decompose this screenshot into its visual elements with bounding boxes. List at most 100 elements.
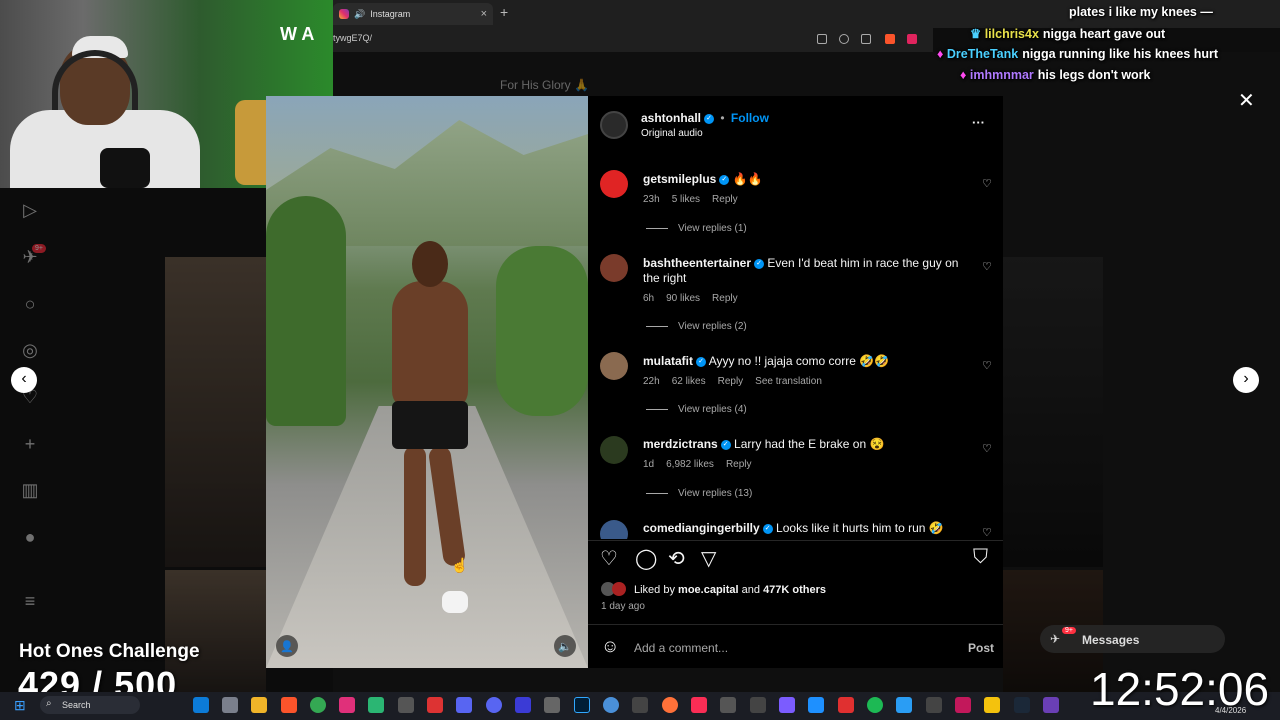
follow-button[interactable]: Follow xyxy=(731,111,769,125)
app-icon[interactable] xyxy=(339,697,355,713)
liker-avatar[interactable] xyxy=(612,582,626,596)
app-icon[interactable] xyxy=(750,697,766,713)
tab-close-button[interactable]: × xyxy=(481,8,487,20)
share-icon[interactable]: ▽ xyxy=(701,546,716,571)
post-timestamp[interactable]: 1 day ago xyxy=(601,601,645,612)
app-icon[interactable] xyxy=(603,697,619,713)
comment-likes[interactable]: 62 likes xyxy=(672,376,706,387)
app-icon[interactable] xyxy=(955,697,971,713)
tagged-user-icon[interactable]: 👤 xyxy=(276,635,298,657)
next-arrow-icon[interactable]: › xyxy=(1233,367,1259,393)
view-replies-label[interactable]: View replies (2) xyxy=(678,321,747,332)
brave-shield-icon[interactable] xyxy=(885,34,895,44)
app-icon[interactable] xyxy=(632,697,648,713)
comment-likes[interactable]: 5 likes xyxy=(672,194,700,205)
audio-link[interactable]: Original audio xyxy=(641,128,703,139)
comment-username[interactable]: merdzictrans xyxy=(643,437,718,451)
reply-button[interactable]: Reply xyxy=(712,293,738,304)
reel-video[interactable] xyxy=(266,96,588,668)
app-icon[interactable] xyxy=(808,697,824,713)
view-replies-label[interactable]: View replies (4) xyxy=(678,404,747,415)
view-replies[interactable]: View replies (1) xyxy=(646,223,747,234)
steam-icon[interactable] xyxy=(1014,697,1030,713)
comment-username[interactable]: comediangingerbilly xyxy=(643,521,760,535)
gamepad-icon[interactable] xyxy=(456,697,472,713)
like-icon[interactable]: ♡ xyxy=(600,546,618,571)
app-icon[interactable] xyxy=(720,697,736,713)
app-icon[interactable] xyxy=(1043,697,1059,713)
comment-input[interactable]: Add a comment... xyxy=(634,641,728,655)
comment-avatar[interactable] xyxy=(600,520,628,539)
post-button[interactable]: Post xyxy=(968,641,994,655)
more-options-icon[interactable]: ··· xyxy=(972,115,985,130)
see-translation-button[interactable]: See translation xyxy=(755,376,822,387)
brave-icon[interactable] xyxy=(281,697,297,713)
reply-button[interactable]: Reply xyxy=(726,459,752,470)
app-icon[interactable] xyxy=(984,697,1000,713)
comment-time[interactable]: 23h xyxy=(643,194,660,205)
mute-icon[interactable]: 🔈 xyxy=(554,635,576,657)
taskbar-search[interactable]: Search xyxy=(40,696,140,714)
tab-instagram[interactable]: 🔊 Instagram × xyxy=(333,3,493,25)
app-icon[interactable] xyxy=(427,697,443,713)
discord-icon[interactable] xyxy=(486,697,502,713)
comment-like-icon[interactable]: ♡ xyxy=(982,442,992,455)
app-icon[interactable] xyxy=(398,697,414,713)
comment-likes[interactable]: 90 likes xyxy=(666,293,700,304)
settings-icon[interactable] xyxy=(222,697,238,713)
emoji-icon[interactable]: ☺ xyxy=(601,636,619,657)
comment-username[interactable]: mulatafit xyxy=(643,354,693,368)
view-replies[interactable]: View replies (2) xyxy=(646,321,747,332)
comment-avatar[interactable] xyxy=(600,352,628,380)
cast-icon[interactable] xyxy=(817,34,827,44)
app-icon[interactable] xyxy=(515,697,531,713)
spotify-icon[interactable] xyxy=(867,697,883,713)
firefox-icon[interactable] xyxy=(662,697,678,713)
comment-avatar[interactable] xyxy=(600,170,628,198)
comment-username[interactable]: getsmileplus xyxy=(643,172,716,186)
app-icon[interactable] xyxy=(896,697,912,713)
file-explorer-icon[interactable] xyxy=(251,697,267,713)
speaker-icon[interactable]: 🔊 xyxy=(354,9,365,20)
comment-likes[interactable]: 6,982 likes xyxy=(666,459,714,470)
comment-like-icon[interactable]: ♡ xyxy=(982,359,992,372)
app-icon[interactable] xyxy=(368,697,384,713)
view-replies-label[interactable]: View replies (13) xyxy=(678,488,752,499)
liked-by-user[interactable]: moe.capital xyxy=(678,584,739,596)
close-icon[interactable]: ✕ xyxy=(1238,88,1255,113)
reply-button[interactable]: Reply xyxy=(718,376,744,387)
app-icon[interactable] xyxy=(926,697,942,713)
windows-start-icon[interactable]: ⊞ xyxy=(14,697,26,714)
share-icon[interactable] xyxy=(861,34,871,44)
view-replies[interactable]: View replies (4) xyxy=(646,404,747,415)
liked-by-others[interactable]: 477K others xyxy=(763,584,826,596)
comment-avatar[interactable] xyxy=(600,436,628,464)
author-avatar[interactable] xyxy=(600,111,628,139)
comment-time[interactable]: 22h xyxy=(643,376,660,387)
app-icon[interactable] xyxy=(544,697,560,713)
new-tab-button[interactable]: + xyxy=(500,4,508,20)
app-icon[interactable] xyxy=(779,697,795,713)
comment-icon[interactable]: ◯ xyxy=(635,546,657,571)
repost-icon[interactable]: ⟲ xyxy=(668,546,685,571)
author-username[interactable]: ashtonhall xyxy=(641,111,701,125)
zoom-icon[interactable] xyxy=(839,34,849,44)
comment-like-icon[interactable]: ♡ xyxy=(982,526,992,539)
comment-like-icon[interactable]: ♡ xyxy=(982,260,992,273)
view-replies[interactable]: View replies (13) xyxy=(646,488,752,499)
comment-avatar[interactable] xyxy=(600,254,628,282)
reply-button[interactable]: Reply xyxy=(712,194,738,205)
save-icon[interactable]: ⛉ xyxy=(973,546,988,569)
music-icon[interactable] xyxy=(691,697,707,713)
comment-time[interactable]: 1d xyxy=(643,459,654,470)
comment-username[interactable]: bashtheentertainer xyxy=(643,256,751,270)
edge-icon[interactable] xyxy=(193,697,209,713)
comment-like-icon[interactable]: ♡ xyxy=(982,177,992,190)
view-replies-label[interactable]: View replies (1) xyxy=(678,223,747,234)
app-icon[interactable] xyxy=(838,697,854,713)
comment-time[interactable]: 6h xyxy=(643,293,654,304)
brave-rewards-icon[interactable] xyxy=(907,34,917,44)
photoshop-icon[interactable] xyxy=(574,697,590,713)
url-text[interactable]: tywgE7Q/ xyxy=(333,33,372,43)
previous-arrow-icon[interactable]: ‹ xyxy=(11,367,37,393)
